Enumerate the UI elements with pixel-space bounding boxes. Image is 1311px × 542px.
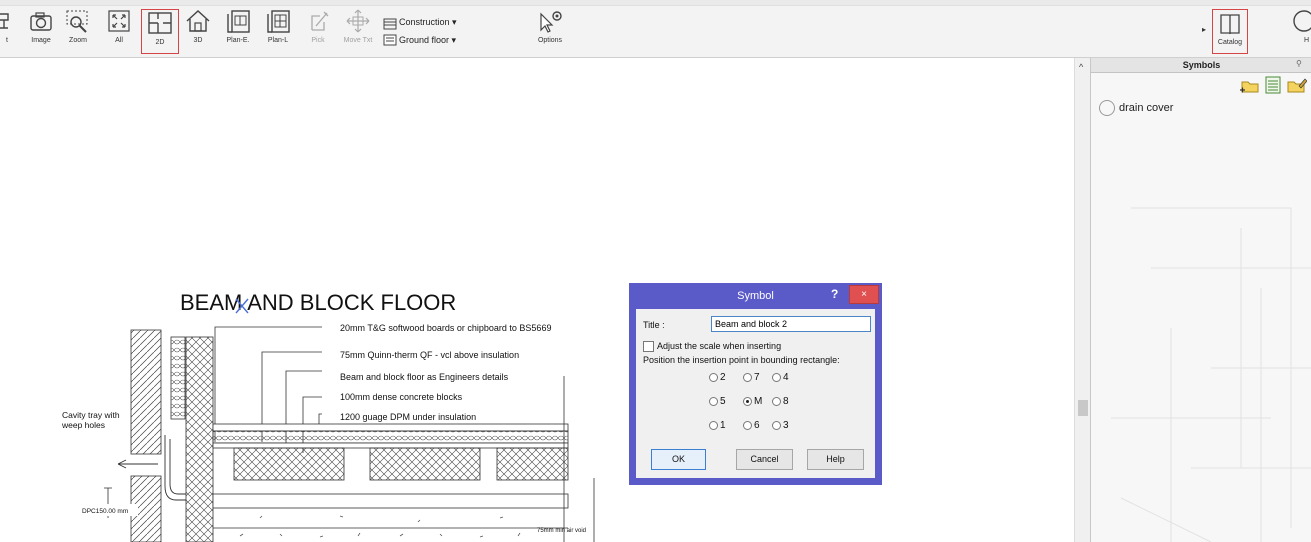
camera-icon (30, 12, 52, 31)
adjust-scale-checkbox[interactable]: Adjust the scale when inserting (643, 341, 781, 353)
void-label: 75mm min air void (537, 528, 586, 534)
drawing-canvas[interactable]: BEAM AND BLOCK FLOOR 20mm T&G softwood b… (0, 58, 1090, 542)
zoom-window-icon (66, 10, 88, 33)
scroll-up-arrow-icon[interactable]: ^ (1079, 62, 1083, 72)
toolbar-button-catalog[interactable]: Catalog (1212, 9, 1248, 54)
toolbar-button-options[interactable]: Options (530, 8, 570, 56)
position-radio-1[interactable]: 1 (709, 420, 726, 431)
help-circle-icon (1293, 10, 1311, 32)
checkbox-box[interactable] (643, 341, 654, 353)
position-radio-4[interactable]: 4 (772, 372, 789, 383)
symbols-panel: Symbols ⚲ drain cover (1090, 58, 1311, 542)
plan-l-icon (267, 10, 290, 33)
position-radio-3[interactable]: 3 (772, 420, 789, 431)
move-text-icon (346, 9, 370, 33)
floor-icon (382, 33, 398, 51)
toolbar-button-pick[interactable]: Pick (304, 8, 332, 56)
symbol-preview-background (1091, 168, 1311, 542)
new-folder-icon[interactable] (1239, 76, 1261, 99)
symbol-item-drain-cover[interactable]: drain cover (1099, 100, 1173, 116)
dropdown-arrow-icon: ▾ (451, 35, 457, 45)
floor-block (496, 447, 569, 481)
pick-icon (311, 11, 329, 31)
plan-2d-icon (148, 12, 172, 34)
cavity-insulation (170, 336, 186, 420)
position-radio-8[interactable]: 8 (772, 396, 789, 407)
cavity-tray-line (169, 439, 186, 495)
title-field-input[interactable] (711, 316, 871, 332)
catalog-book-icon (1220, 14, 1240, 35)
scroll-thumb[interactable] (1078, 400, 1088, 416)
toolbar-button-image[interactable]: Image (26, 8, 56, 56)
toolbar-button-move-txt[interactable]: Move Txt (340, 8, 376, 56)
plan-e-icon (227, 10, 250, 33)
cancel-button[interactable]: Cancel (736, 449, 793, 470)
dropdown-arrow-icon: ▾ (452, 17, 457, 27)
toolbar-button-2d[interactable]: 2D (141, 9, 179, 54)
toolbar-button-plan-e[interactable]: Plan-E. (222, 8, 254, 56)
options-cursor-icon (540, 11, 562, 33)
symbols-panel-header: Symbols (1091, 58, 1311, 73)
toolbar-button-zoom[interactable]: Zoom (62, 8, 94, 56)
floor-dropdown[interactable]: Ground floor ▾ (399, 35, 456, 46)
edit-folder-icon[interactable] (1285, 76, 1308, 99)
toolbar-button-all[interactable]: All (104, 8, 134, 56)
symbol-dialog: Symbol ? × Title : Adjust the scale when… (629, 283, 882, 485)
toolbar-button-plan-l[interactable]: Plan-L (262, 8, 294, 56)
pin-icon[interactable]: ⚲ (1296, 59, 1302, 68)
cavity-tray-line (164, 435, 186, 501)
drawing-note: 75mm Quinn-therm QF - vcl above insulati… (340, 350, 519, 360)
toolbar-top-strip (0, 0, 1311, 6)
catalog-expand-arrow-icon[interactable]: ▸ (1202, 25, 1206, 34)
dialog-close-button[interactable]: × (849, 285, 879, 304)
canvas-vertical-scrollbar[interactable]: ^ (1074, 58, 1091, 542)
toolbar-button-cut[interactable]: t (0, 8, 14, 56)
outer-wall-upper (130, 329, 162, 455)
position-label: Position the insertion point in bounding… (643, 355, 840, 365)
floor-insulation (212, 430, 569, 444)
construction-dropdown[interactable]: Construction ▾ (399, 17, 457, 28)
house-3d-icon (186, 10, 210, 32)
position-radio-7[interactable]: 7 (743, 372, 760, 383)
dialog-title: Symbol (737, 290, 774, 302)
symbol-list-icon[interactable] (1264, 75, 1282, 100)
main-toolbar: t Image Zoom All 2D 3D Plan-E. Plan-L Pi… (0, 0, 1311, 58)
floor-boards (212, 423, 569, 432)
position-radio-2[interactable]: 2 (709, 372, 726, 383)
toolbar-button-3d[interactable]: 3D (182, 8, 214, 56)
title-field-label: Title : (643, 320, 665, 330)
floor-slab (212, 493, 569, 509)
position-radio-m[interactable]: M (743, 396, 762, 407)
floor-block (233, 447, 345, 481)
toolbar-button-help[interactable]: H (1282, 8, 1311, 56)
cutoff-icon (0, 13, 9, 29)
inner-wall (185, 336, 214, 542)
help-button[interactable]: Help (807, 449, 864, 470)
cavity-label: weep holes (61, 420, 105, 430)
zoom-all-icon (108, 10, 130, 32)
ok-button[interactable]: OK (651, 449, 706, 470)
dialog-title-bar[interactable]: Symbol ? × (629, 283, 882, 308)
concrete-aggregate (239, 515, 521, 538)
floor-dpm (212, 442, 569, 449)
drawing-note: 20mm T&G softwood boards or chipboard to… (340, 323, 551, 333)
cavity-label: Cavity tray with (62, 410, 120, 420)
drawing-title: BEAM AND BLOCK FLOOR (180, 290, 456, 315)
position-radio-6[interactable]: 6 (743, 420, 760, 431)
dialog-help-icon[interactable]: ? (831, 287, 838, 301)
dpc-label: DPC150.00 mm (82, 508, 128, 515)
drawing-note: 100mm dense concrete blocks (340, 392, 463, 402)
symbol-thumbnail-icon (1099, 100, 1115, 116)
drawing-note: Beam and block floor as Engineers detail… (340, 372, 509, 382)
dialog-body: Title : Adjust the scale when inserting … (636, 309, 875, 478)
drawing-note: 1200 guage DPM under insulation (340, 412, 476, 422)
position-radio-5[interactable]: 5 (709, 396, 726, 407)
floor-block (369, 447, 481, 481)
drawing-svg: BEAM AND BLOCK FLOOR 20mm T&G softwood b… (61, 290, 595, 542)
